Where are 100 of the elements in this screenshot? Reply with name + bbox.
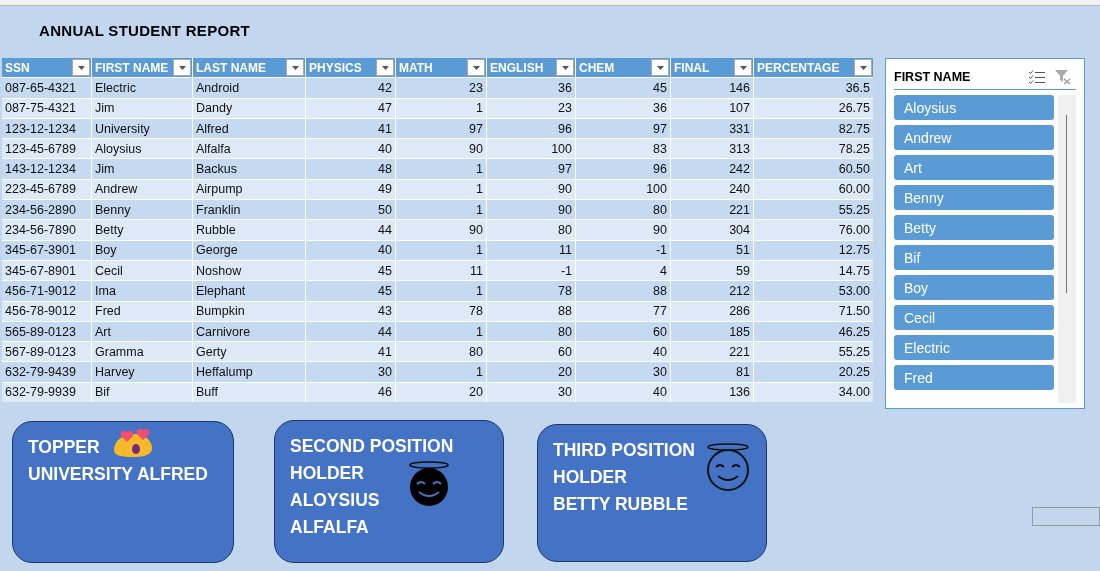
table-cell: University [92,118,192,139]
table-cell: -1 [487,260,575,281]
table-cell: 345-67-3901 [2,240,91,260]
table-cell: Benny [92,200,192,220]
table-cell: 40 [306,139,395,159]
slicer-item[interactable]: Aloysius [894,95,1054,120]
card-text: TOPPER [28,436,100,459]
table-cell: 100 [487,139,575,159]
slicer-item[interactable]: Andrew [894,125,1054,150]
card-text: ALOYSIUS [290,489,380,512]
table-cell: 88 [487,301,575,321]
table-cell: 20 [487,362,575,382]
slicer-item[interactable]: Fred [894,365,1054,390]
table-cell: Ima [92,281,192,301]
table-cell: 565-89-0123 [2,321,91,342]
table-cell: 78 [396,301,486,321]
table-cell: Noshow [193,260,305,281]
table-cell: 41 [306,342,395,362]
column-header: PHYSICS [306,58,395,78]
table-cell: Airpump [193,179,305,200]
table-cell: George [193,240,305,260]
table-cell: 90 [487,200,575,220]
table-cell: Android [193,78,305,98]
table-cell: Heffalump [193,362,305,382]
table-cell: 30 [487,382,575,403]
table-cell: 78.25 [754,139,873,159]
table-cell: 46 [306,382,395,403]
slicer-item[interactable]: Benny [894,185,1054,210]
table-cell: Jim [92,98,192,118]
table-cell: Boy [92,240,192,260]
table-cell: 90 [396,139,486,159]
table-cell: 123-45-6789 [2,139,91,159]
column-header: SSN [2,58,91,78]
card-text: THIRD POSITION [553,439,695,462]
column-header: FIRST NAME [92,58,192,78]
slicer-item[interactable]: Boy [894,275,1054,300]
column-header: PERCENTAGE [754,58,873,78]
slicer-item[interactable]: Art [894,155,1054,180]
card-text: SECOND POSITION [290,435,454,458]
table-cell: 26.75 [754,98,873,118]
table-cell: 44 [306,321,395,342]
table-cell: 36 [487,78,575,98]
table-cell: 44 [306,220,395,240]
table-cell: 087-65-4321 [2,78,91,98]
table-cell: 34.00 [754,382,873,403]
table-cell: 90 [487,179,575,200]
table-cell: 20 [396,382,486,403]
slicer-item[interactable]: Betty [894,215,1054,240]
table-cell: Dandy [193,98,305,118]
table-cell: Fred [92,301,192,321]
table-cell: Buff [193,382,305,403]
table-cell: 4 [576,260,670,281]
card-text: HOLDER [290,462,364,485]
table-cell: 087-75-4321 [2,98,91,118]
table-cell: 304 [671,220,753,240]
table-cell: 83 [576,139,670,159]
table-cell: Alfred [193,118,305,139]
table-cell: 78 [487,281,575,301]
table-cell: 1 [396,200,486,220]
table-cell: 45 [306,281,395,301]
table-cell: 1 [396,281,486,301]
table-cell: 36 [576,98,670,118]
table-cell: 234-56-2890 [2,200,91,220]
table-cell: Franklin [193,200,305,220]
table-cell: Cecil [92,260,192,281]
table-cell: 77 [576,301,670,321]
table-cell: Backus [193,159,305,179]
table-cell: 30 [306,362,395,382]
column-header: CHEM [576,58,670,78]
table-cell: 45 [306,260,395,281]
table-cell: 80 [487,220,575,240]
table-cell: 143-12-1234 [2,159,91,179]
table-cell: 30 [576,362,670,382]
table-cell: Rubble [193,220,305,240]
table-cell: 240 [671,179,753,200]
table-cell: 12.75 [754,240,873,260]
table-cell: 1 [396,98,486,118]
table-cell: 456-78-9012 [2,301,91,321]
table-cell: Bumpkin [193,301,305,321]
table-cell: 80 [576,200,670,220]
table-cell: 60.00 [754,179,873,200]
table-cell: 456-71-9012 [2,281,91,301]
table-cell: 97 [487,159,575,179]
table-cell: 632-79-9939 [2,382,91,403]
table-cell: 60 [487,342,575,362]
table-cell: 90 [576,220,670,240]
table-cell: 331 [671,118,753,139]
slicer-item[interactable]: Electric [894,335,1054,360]
table-cell: 81 [671,362,753,382]
table-cell: 185 [671,321,753,342]
table-cell: 40 [576,342,670,362]
table-cell: Harvey [92,362,192,382]
table-cell: 59 [671,260,753,281]
table-cell: Electric [92,78,192,98]
table-cell: 48 [306,159,395,179]
slicer-item[interactable]: Bif [894,245,1054,270]
table-cell: 40 [576,382,670,403]
table-cell: 42 [306,78,395,98]
slicer-item[interactable]: Cecil [894,305,1054,330]
table-cell: 97 [396,118,486,139]
